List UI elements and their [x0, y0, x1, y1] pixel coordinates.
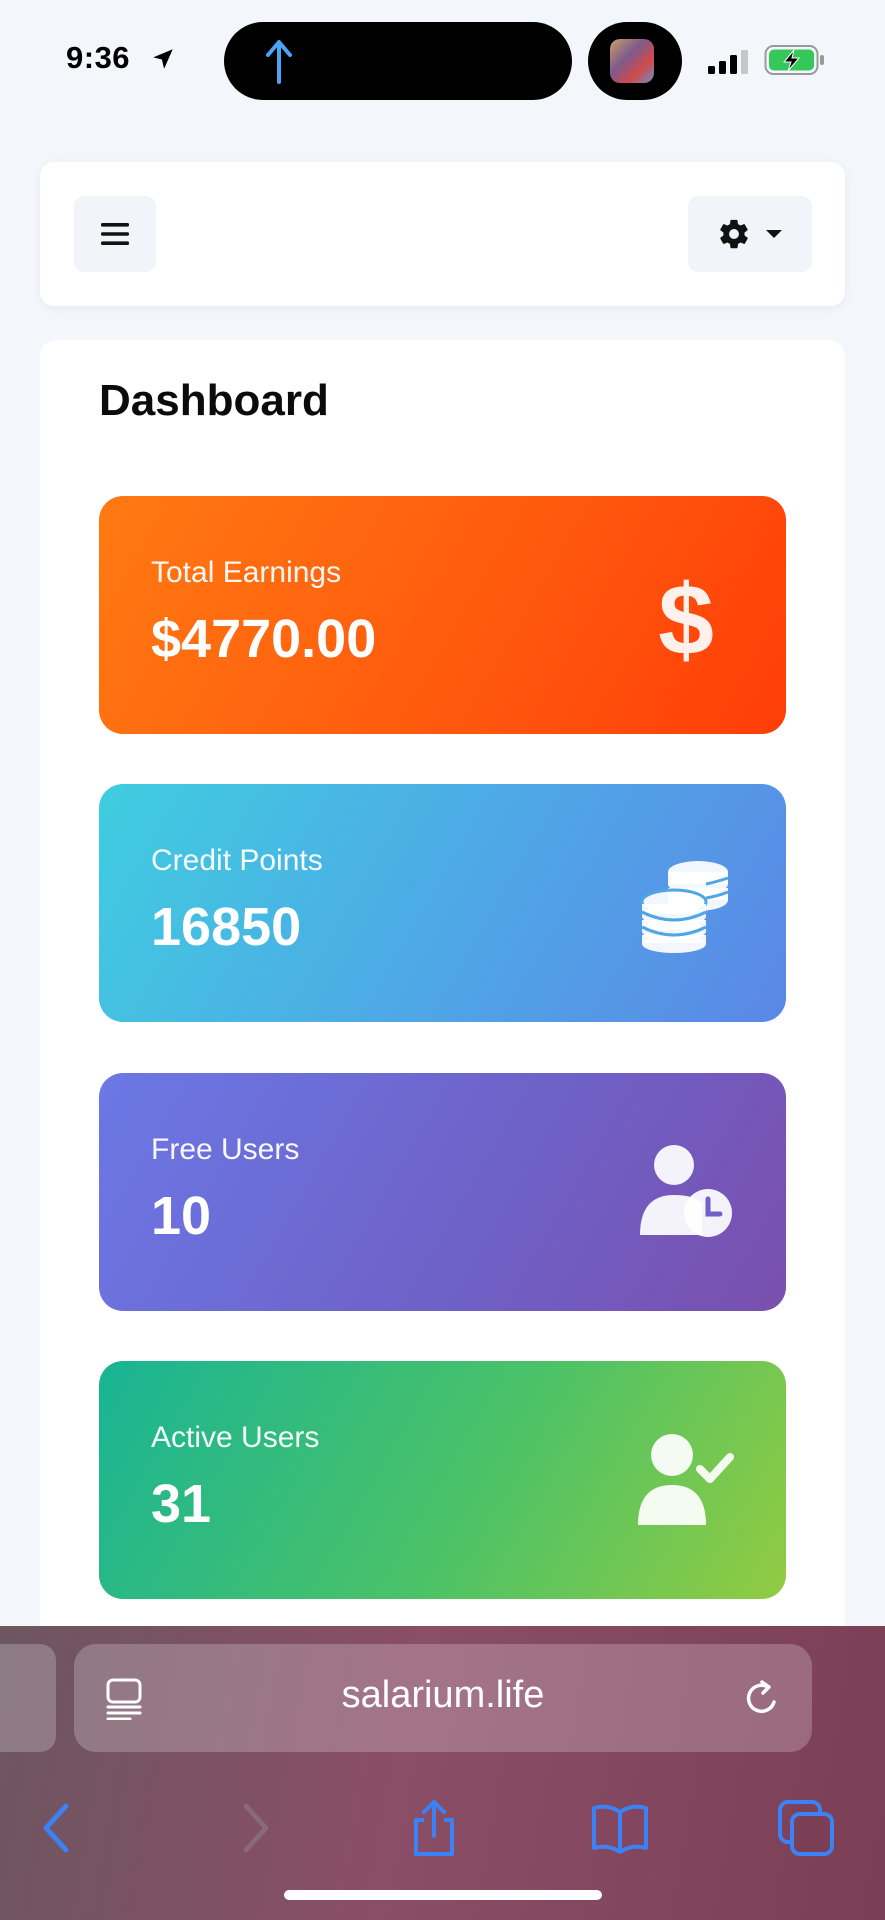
gear-icon	[720, 219, 748, 249]
status-bar: 9:36	[0, 0, 885, 120]
stat-card-free-users[interactable]: Free Users 10	[99, 1073, 786, 1311]
coins-icon	[640, 861, 729, 953]
address-bar[interactable]: salarium.life	[74, 1644, 812, 1752]
dashboard-panel: Dashboard Total Earnings $4770.00 $ Cred…	[40, 340, 845, 1640]
back-icon[interactable]	[28, 1798, 88, 1858]
stat-value: 10	[151, 1186, 212, 1246]
menu-toggle-button[interactable]	[74, 196, 156, 272]
svg-text:$: $	[658, 566, 714, 666]
stat-value: 16850	[151, 897, 302, 957]
stat-card-credit-points[interactable]: Credit Points 16850	[99, 784, 786, 1022]
status-time: 9:36	[66, 40, 131, 75]
stat-label: Free Users	[151, 1133, 300, 1166]
location-arrow-icon	[153, 49, 173, 69]
caret-down-icon	[766, 230, 782, 238]
upload-arrow-icon	[266, 40, 292, 84]
reload-icon[interactable]	[740, 1676, 784, 1720]
tabs-icon[interactable]	[776, 1798, 836, 1858]
previous-tab-preview[interactable]	[0, 1644, 56, 1752]
cellular-signal-icon	[708, 50, 748, 74]
bookmarks-icon[interactable]	[590, 1798, 650, 1858]
user-check-icon	[638, 1434, 734, 1525]
stat-card-active-users[interactable]: Active Users 31	[99, 1361, 786, 1599]
battery-charging-icon	[764, 45, 824, 75]
settings-dropdown-button[interactable]	[688, 196, 812, 272]
browser-toolbar: salarium.life	[0, 1626, 885, 1920]
album-art	[610, 39, 654, 83]
url-text[interactable]: salarium.life	[74, 1674, 812, 1717]
stat-label: Credit Points	[151, 844, 323, 877]
top-navbar	[40, 162, 845, 306]
hamburger-menu-icon	[101, 223, 129, 245]
stat-label: Total Earnings	[151, 556, 342, 589]
stat-card-total-earnings[interactable]: Total Earnings $4770.00 $	[99, 496, 786, 734]
now-playing-thumbnail[interactable]	[588, 22, 682, 100]
share-icon[interactable]	[404, 1798, 464, 1858]
user-clock-icon	[640, 1145, 732, 1237]
forward-icon[interactable]	[224, 1798, 284, 1858]
stat-value: $4770.00	[151, 609, 377, 669]
page-title: Dashboard	[99, 376, 329, 425]
stat-value: 31	[151, 1474, 212, 1534]
stat-label: Active Users	[151, 1421, 320, 1454]
dollar-icon: $	[658, 566, 714, 666]
dynamic-island	[224, 22, 572, 100]
home-indicator[interactable]	[284, 1890, 602, 1900]
